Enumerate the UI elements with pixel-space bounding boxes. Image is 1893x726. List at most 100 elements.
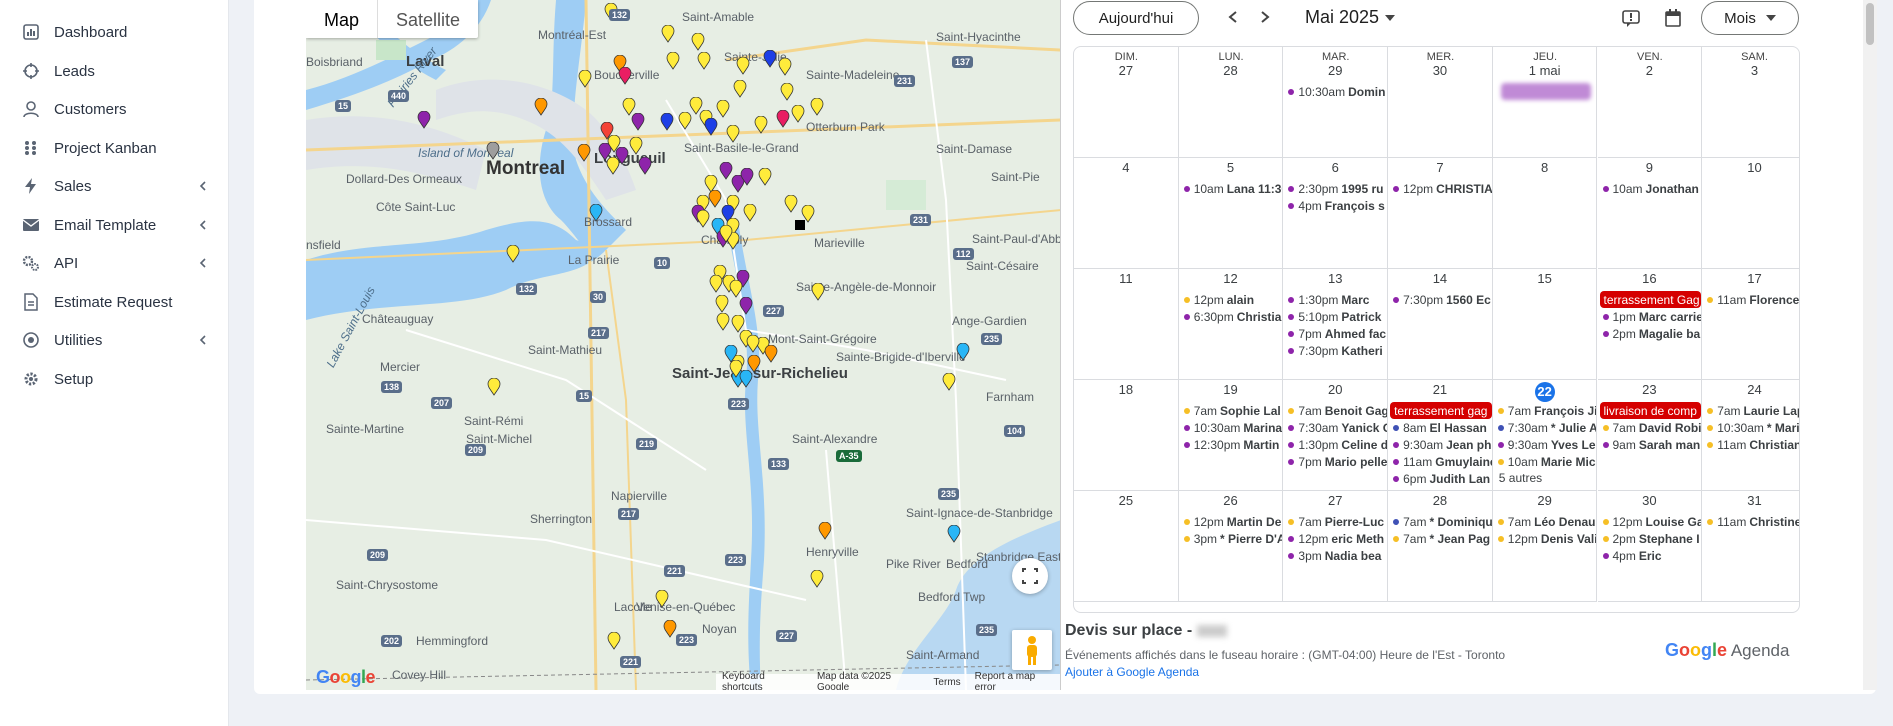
calendar-event[interactable]: 1pm Marc carrie [1600,308,1701,325]
date-number[interactable]: 27 [1074,63,1178,78]
sidebar-item-estimate-request[interactable]: Estimate Request [0,284,229,320]
view-mode-dropdown[interactable]: Mois [1701,1,1799,35]
date-number[interactable]: 15 [1493,271,1597,286]
date-number[interactable]: 29 [1493,493,1597,508]
map-fullscreen-button[interactable] [1012,558,1048,594]
calendar-event[interactable]: 10am Marie Mic [1495,453,1597,470]
sidebar-item-project-kanban[interactable]: Project Kanban [0,130,229,166]
today-button[interactable]: Aujourd'hui [1073,1,1199,35]
day-cell[interactable]: 9 10am Jonathan [1597,158,1703,269]
calendar-event[interactable]: 10am Lana 11:30 [1181,180,1282,197]
map-marker-pin-icon[interactable] [740,168,754,186]
date-number[interactable]: 9 [1598,160,1702,175]
calendar-event-allday[interactable]: livraison de comp [1599,402,1702,419]
calendar-event[interactable]: 12pm Louise Ga [1600,513,1701,530]
date-number[interactable]: 4 [1074,160,1178,175]
date-number[interactable]: 28 [1388,493,1492,508]
map-marker-pin-icon[interactable] [784,195,798,213]
calendar-event[interactable]: 4pm Eric [1600,547,1702,564]
map-marker-pin-icon[interactable] [715,295,729,313]
map-marker-pin-icon[interactable] [691,33,705,51]
map-marker-pin-icon[interactable] [947,525,961,543]
calendar-event-allday[interactable]: terrassement Gag [1599,291,1702,308]
day-cell[interactable]: 12 12pm alain 6:30pm Christia [1178,269,1284,380]
day-cell[interactable]: 19 7am Sophie Lal 10:30am Marina 12:30pm Marti… [1178,380,1284,491]
calendar-event[interactable]: 7:30pm Katheri [1285,342,1387,359]
calendar-event[interactable]: 2pm Stephane I [1600,530,1702,547]
agenda-view-icon[interactable] [1621,8,1641,28]
map-marker-pin-icon[interactable] [655,590,669,608]
calendar-event[interactable]: 4pm François s [1285,197,1387,214]
date-number[interactable]: 19 [1179,382,1283,397]
calendar-event[interactable]: 9:30am Jean ph [1390,436,1492,453]
next-month-icon[interactable] [1257,9,1273,25]
sidebar-item-customers[interactable]: Customers [0,91,229,127]
calendar-event[interactable]: 12pm eric Meth [1285,530,1387,547]
map-marker-pin-icon[interactable] [486,142,500,160]
calendar-event[interactable]: 12pm Martin De [1181,513,1283,530]
map-marker-pin-icon[interactable] [506,245,520,263]
map-marker-pin-icon[interactable] [746,335,760,353]
map-marker-pin-icon[interactable] [729,360,743,378]
map-marker-pin-icon[interactable] [606,157,620,175]
day-cell[interactable]: 26 12pm Martin De 3pm * Pierre D'A [1178,491,1284,602]
map-marker-pin-icon[interactable] [726,125,740,143]
date-number[interactable]: 27 [1283,493,1387,508]
date-number[interactable]: 8 [1493,160,1597,175]
map-marker-pin-icon[interactable] [417,111,431,129]
calendar-event[interactable]: 10am Jonathan [1600,180,1702,197]
calendar-event[interactable]: 10:30am * Mari [1704,419,1799,436]
map-marker-pin-icon[interactable] [487,378,501,396]
date-number[interactable]: 24 [1702,382,1799,397]
calendar-event-allday[interactable]: terrassement gag [1390,402,1492,419]
previous-month-icon[interactable] [1225,9,1241,25]
date-number[interactable]: 2 [1598,63,1702,78]
month-selector[interactable]: Mai 2025 [1305,7,1396,28]
calendar-event[interactable]: 3pm Nadia bea [1285,547,1387,564]
calendar-event[interactable]: 9:30am Yves Le [1495,436,1597,453]
sidebar-item-dashboard[interactable]: Dashboard [0,14,229,50]
map-marker-pin-icon[interactable] [810,98,824,116]
map-type-map-button[interactable]: Map [306,0,379,38]
day-cell[interactable]: 8 [1492,158,1598,269]
map-marker-pin-icon[interactable] [704,118,718,136]
map-marker-pin-icon[interactable] [763,50,777,68]
day-cell[interactable]: 29 7am Léo Denau 12pm Denis Vali [1492,491,1598,602]
day-cell[interactable]: 28 7am * Dominiqu 7am * Jean Pag [1388,491,1493,602]
day-cell[interactable]: 2 [1597,47,1703,158]
day-cell[interactable]: 13 1:30pm Marc 5:10pm Patrick 7pm Ahmed fac 7:3… [1283,269,1389,380]
calendar-event[interactable]: 12:30pm Martin [1181,436,1283,453]
date-number[interactable]: 1 mai [1493,63,1597,78]
map-marker-pin-icon[interactable] [780,83,794,101]
map-marker-pin-icon[interactable] [607,632,621,650]
map-marker-pin-icon[interactable] [534,98,548,116]
calendar-event[interactable]: 7pm Mario pelle [1285,453,1387,470]
calendar-event[interactable]: 10:30am Marina [1181,419,1283,436]
day-cell[interactable]: 3111amChristine c [1702,491,1799,602]
date-number[interactable]: 12 [1179,271,1283,286]
map-marker-pin-icon[interactable] [778,58,792,76]
map-marker-pin-icon[interactable] [811,283,825,301]
sidebar-item-sales[interactable]: Sales [0,168,229,204]
map-marker-pin-icon[interactable] [660,113,674,131]
map-marker-pin-icon[interactable] [577,144,591,162]
map-marker-pin-icon[interactable] [743,204,757,222]
calendar-event[interactable]: 12pm CHRISTIA [1390,180,1492,197]
map-marker-pin-icon[interactable] [631,113,645,131]
calendar-event[interactable]: 11amFlorence b [1704,291,1799,308]
map-marker-pin-icon[interactable] [818,522,832,540]
day-cell[interactable]: 18 [1074,380,1179,491]
day-cell[interactable]: 5 10am Lana 11:30 [1178,158,1284,269]
calendar-event[interactable]: 7pm Ahmed fac [1285,325,1387,342]
calendar-event[interactable]: 9am Sarah man [1600,436,1702,453]
day-cell[interactable]: 7 12pm CHRISTIA [1388,158,1493,269]
map-type-toggle[interactable]: Map Satellite [306,0,479,38]
calendar-event[interactable]: 12pm alain [1181,291,1283,308]
day-cell[interactable]: 27 [1074,47,1179,158]
calendar-event[interactable]: 1:30pm Celine d [1285,436,1387,453]
map-marker-pin-icon[interactable] [793,218,807,236]
day-cell[interactable]: 4 [1074,158,1179,269]
keyboard-shortcuts-link[interactable]: Keyboard shortcuts [722,671,803,690]
calendar-event[interactable]: 7am David Robi [1600,419,1701,436]
street-view-pegman[interactable] [1012,630,1052,670]
